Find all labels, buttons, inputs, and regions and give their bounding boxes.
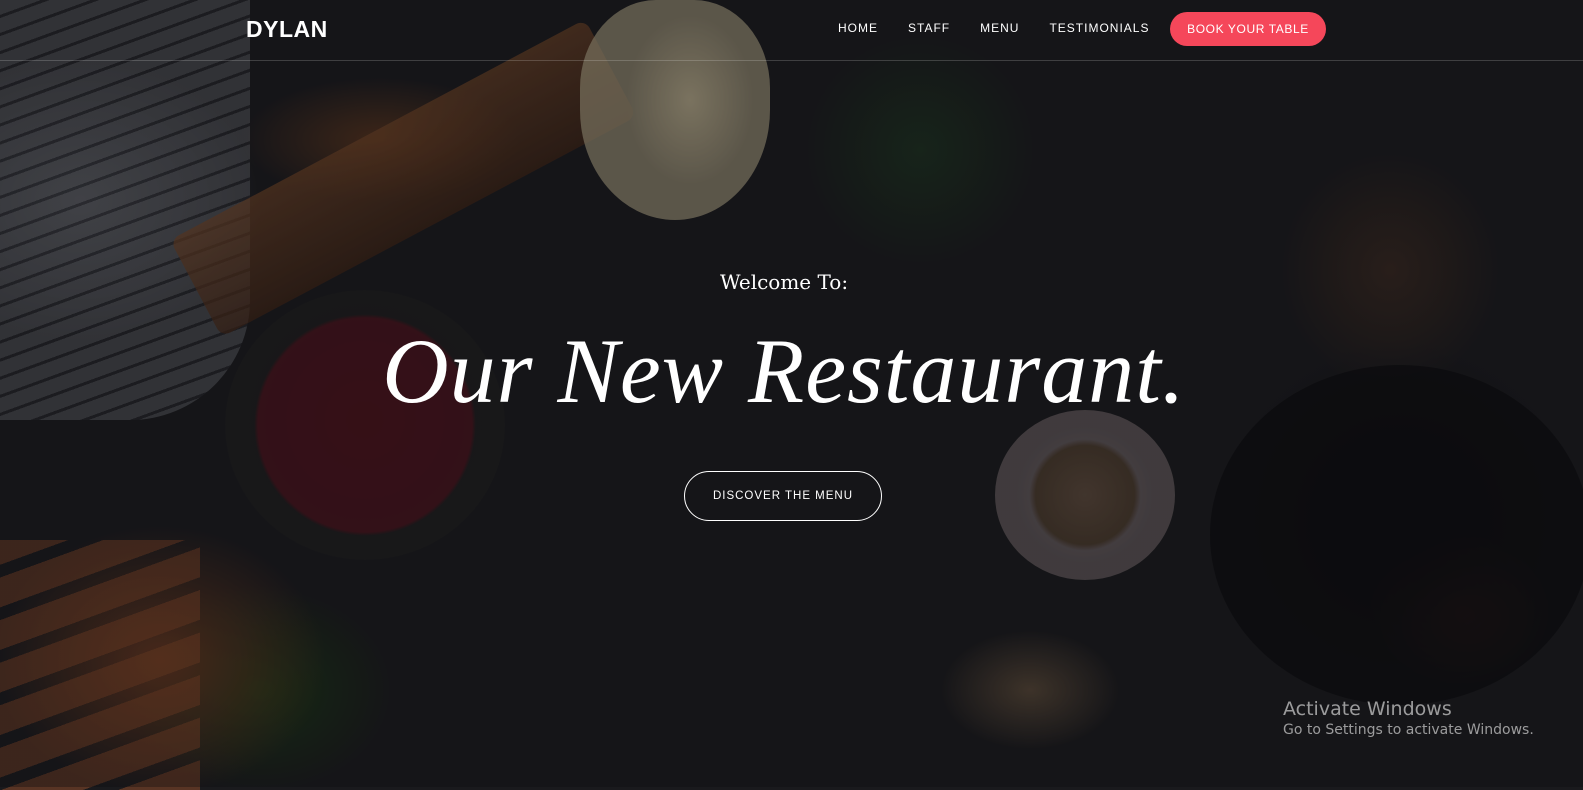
book-table-button[interactable]: BOOK YOUR TABLE <box>1170 12 1326 46</box>
main-menu: HOME STAFF MENU TESTIMONIALS <box>838 21 1149 35</box>
activate-windows-title: Activate Windows <box>1283 698 1452 720</box>
nav-staff[interactable]: STAFF <box>908 21 950 35</box>
hero-title: Our New Restaurant. <box>382 320 1186 422</box>
brand-logo[interactable]: DYLAN <box>246 16 328 43</box>
nav-menu[interactable]: MENU <box>980 21 1019 35</box>
nav-home[interactable]: HOME <box>838 21 878 35</box>
top-navbar: DYLAN HOME STAFF MENU TESTIMONIALS BOOK … <box>0 0 1583 61</box>
discover-menu-button[interactable]: DISCOVER THE MENU <box>684 471 882 521</box>
activate-windows-subtitle: Go to Settings to activate Windows. <box>1283 722 1534 738</box>
welcome-subtitle: Welcome To: <box>719 270 849 294</box>
nav-testimonials[interactable]: TESTIMONIALS <box>1049 21 1149 35</box>
